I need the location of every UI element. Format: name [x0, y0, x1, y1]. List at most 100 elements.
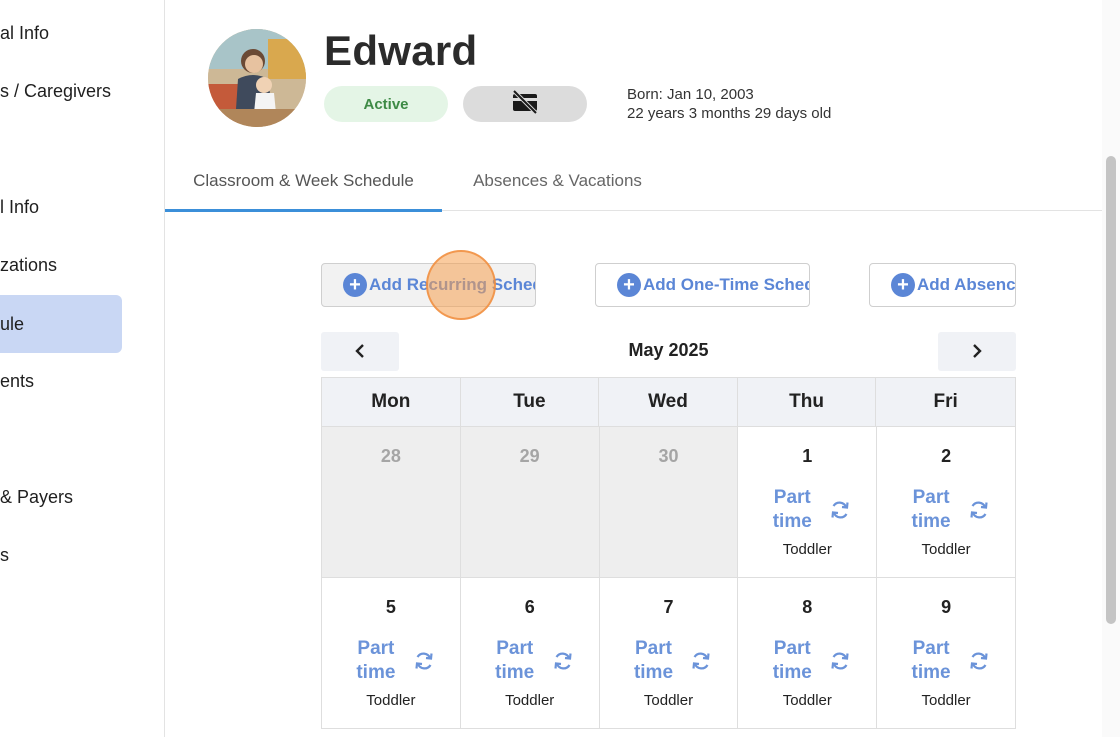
- recurring-icon: [829, 650, 851, 672]
- status-badge: Active: [324, 86, 448, 122]
- day-number: 28: [380, 446, 401, 466]
- day-number: 29: [519, 446, 540, 466]
- day-number: 2: [941, 446, 952, 466]
- sidebar: al Info s / Caregivers l Info zations ul…: [0, 0, 165, 737]
- schedule-entry[interactable]: Part time: [877, 486, 1015, 534]
- sidebar-item-label: s: [0, 544, 9, 565]
- chevron-left-icon: [353, 339, 367, 365]
- birth-date: Born: Jan 10, 2003: [627, 86, 754, 103]
- day-number: 5: [385, 597, 396, 617]
- add-recurring-schedule-label: Add Recurring Schedule: [369, 275, 535, 294]
- sidebar-item-documents[interactable]: ents: [0, 352, 122, 410]
- tab-classroom-week-schedule[interactable]: Classroom & Week Schedule: [165, 152, 442, 212]
- sidebar-item-label: s / Caregivers: [0, 80, 112, 101]
- classroom-name: Toddler: [643, 692, 694, 709]
- add-one-time-schedule-label: Add One-Time Schedule: [643, 275, 809, 294]
- calendar-day-cell[interactable]: 9 Part time Toddler: [877, 578, 1016, 729]
- schedule-type: Part time: [911, 638, 951, 683]
- weekday-wed: Wed: [599, 378, 738, 426]
- recurring-icon: [829, 499, 851, 521]
- plus-icon: +: [343, 273, 367, 297]
- scrollbar-thumb[interactable]: [1106, 156, 1116, 624]
- schedule-entry[interactable]: Part time: [322, 637, 460, 685]
- day-number: 7: [663, 597, 674, 617]
- sidebar-item-label: ents: [0, 370, 35, 391]
- sidebar-item-personal-info[interactable]: al Info: [0, 4, 122, 62]
- calendar-day-cell[interactable]: 6 Part time Toddler: [460, 578, 600, 729]
- schedule-type: Part time: [772, 487, 812, 532]
- day-number: 30: [658, 446, 679, 466]
- calendar-day-cell[interactable]: 1 Part time Toddler: [738, 427, 878, 578]
- calendar-week-row: 5 Part time Toddler 6 Part time Toddler …: [321, 578, 1016, 729]
- sidebar-item-label: al Info: [0, 22, 50, 43]
- schedule-type: Part time: [911, 487, 951, 532]
- classroom-name: Toddler: [782, 541, 832, 558]
- day-number: 9: [941, 597, 952, 617]
- avatar: [208, 29, 306, 127]
- calendar-day-cell[interactable]: 7 Part time Toddler: [599, 578, 739, 729]
- calendar-day-cell: 29: [460, 427, 600, 578]
- add-recurring-schedule-button[interactable]: + Add Recurring Schedule: [321, 263, 536, 307]
- schedule-type: Part time: [633, 638, 674, 683]
- tab-absences-vacations[interactable]: Absences & Vacations: [455, 152, 660, 210]
- chevron-right-icon: [970, 339, 984, 365]
- weekday-mon: Mon: [322, 378, 461, 426]
- recurring-icon: [968, 650, 990, 672]
- day-number: 8: [802, 597, 813, 617]
- weekday-fri: Fri: [933, 391, 958, 412]
- calendar-day-cell[interactable]: 2 Part time Toddler: [877, 427, 1016, 578]
- sidebar-item-label: zations: [0, 254, 58, 275]
- calendar-day-cell[interactable]: 8 Part time Toddler: [738, 578, 878, 729]
- recurring-icon: [968, 499, 990, 521]
- add-absence-button[interactable]: + Add Absence: [869, 263, 1016, 307]
- sidebar-item-immunizations[interactable]: zations: [0, 236, 122, 294]
- sidebar-item-other[interactable]: s: [0, 526, 122, 584]
- recurring-icon: [690, 650, 712, 672]
- next-month-button[interactable]: [938, 332, 1016, 371]
- sidebar-item-medical-info[interactable]: l Info: [0, 178, 122, 236]
- schedule-type: Part time: [495, 638, 535, 683]
- no-card-badge[interactable]: [463, 86, 587, 122]
- tab-bar: Classroom & Week Schedule Absences & Vac…: [165, 152, 1102, 212]
- schedule-entry[interactable]: Part time: [877, 637, 1015, 685]
- classroom-name: Toddler: [366, 692, 416, 709]
- calendar-day-cell[interactable]: 5 Part time Toddler: [322, 578, 461, 729]
- calendar-day-cell: 28: [322, 427, 461, 578]
- day-number: 6: [524, 597, 535, 617]
- weekday-header: Mon Tue Wed Thu Fri: [321, 377, 1016, 427]
- schedule-entry[interactable]: Part time: [461, 637, 599, 685]
- child-name: Edward: [324, 27, 478, 74]
- previous-month-button[interactable]: [321, 332, 399, 371]
- plus-icon: +: [617, 273, 641, 297]
- day-number: 1: [802, 446, 813, 466]
- weekday-thu: Thu: [738, 378, 877, 426]
- add-one-time-schedule-button[interactable]: + Add One-Time Schedule: [595, 263, 810, 307]
- sidebar-item-payers[interactable]: & Payers: [0, 468, 160, 526]
- birth-info: Born: Jan 10, 2003 22 years 3 months 29 …: [627, 85, 831, 123]
- calendar-grid: Mon Tue Wed Thu Fri 28 29 30 1 Part time…: [321, 377, 1016, 729]
- schedule-entry[interactable]: Part time: [738, 486, 876, 534]
- month-title: May 2025: [628, 340, 709, 360]
- age: 22 years 3 months 29 days old: [627, 105, 832, 122]
- sidebar-item-label: ule: [0, 313, 25, 334]
- classroom-name: Toddler: [505, 692, 555, 709]
- weekday-tue: Tue: [461, 378, 600, 426]
- schedule-type: Part time: [772, 638, 812, 683]
- plus-icon: +: [891, 273, 915, 297]
- schedule-entry[interactable]: Part time: [738, 637, 876, 685]
- recurring-icon: [413, 650, 435, 672]
- schedule-type: Part time: [356, 638, 396, 683]
- classroom-name: Toddler: [921, 541, 971, 558]
- sidebar-item-caregivers[interactable]: s / Caregivers: [0, 62, 160, 120]
- schedule-entry[interactable]: Part time: [600, 637, 738, 685]
- sidebar-item-schedule[interactable]: ule: [0, 295, 122, 353]
- classroom-name: Toddler: [921, 692, 971, 709]
- sidebar-item-label: & Payers: [0, 486, 74, 507]
- no-card-icon: [511, 89, 539, 119]
- scrollbar[interactable]: [1102, 0, 1120, 737]
- calendar-day-cell: 30: [599, 427, 739, 578]
- classroom-name: Toddler: [782, 692, 832, 709]
- calendar-week-row: 28 29 30 1 Part time Toddler 2 Part time…: [321, 427, 1016, 578]
- recurring-icon: [552, 650, 574, 672]
- add-absence-label: Add Absence: [917, 275, 1016, 294]
